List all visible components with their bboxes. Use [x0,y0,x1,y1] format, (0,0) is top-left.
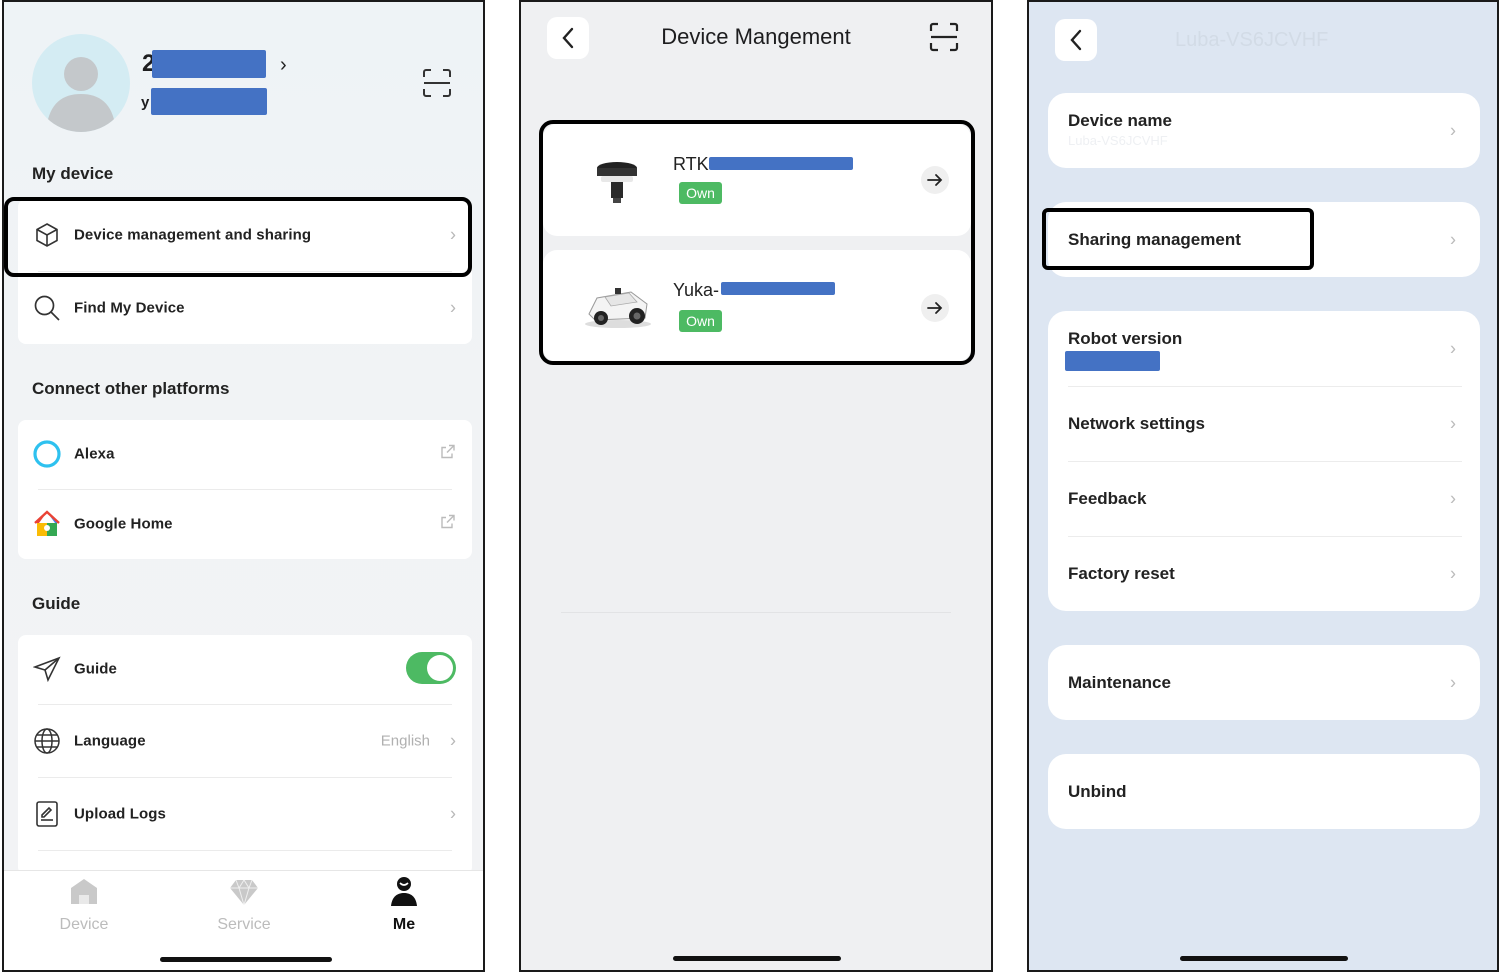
redacted-user-id [151,88,267,115]
menu-label: Upload Logs [74,805,166,823]
unbind-label: Unbind [1068,781,1127,801]
highlight-device-management [4,197,472,277]
me-screen: 2 › y My device Device management and sh… [2,0,485,972]
row-device-name[interactable]: Device name Luba-VS6JCVHF › [1048,93,1480,168]
chevron-right-icon: › [450,297,456,318]
toggle-knob [427,655,453,681]
device-settings-screen: Luba-VS6JCVHF Device name Luba-VS6JCVHF … [1027,0,1499,972]
globe-icon [32,726,62,756]
chevron-right-icon: › [1450,488,1456,508]
row-label: Network settings [1068,413,1205,433]
device-name-value: Luba-VS6JCVHF [1068,133,1168,148]
section-connect-platforms: Connect other platforms [32,379,230,398]
device-management-screen: Device Mangement RTK Own Yuka- Own [519,0,993,972]
home-indicator [673,956,841,961]
platform-label: Google Home [74,515,173,533]
chevron-right-icon: › [1450,229,1456,249]
tab-label: Device [59,916,109,933]
tab-label: Service [217,916,271,933]
chevron-right-icon: › [1450,672,1456,692]
card-device-info: Robot version › Network settings › Feedb… [1048,311,1480,611]
tab-label: Me [392,916,416,933]
menu-label: Find My Device [74,299,185,317]
card-unbind: Unbind [1048,754,1480,829]
platform-alexa[interactable]: Alexa [18,420,472,488]
diamond-icon [230,879,258,907]
page-title: Device Mangement [661,24,851,49]
maintenance-label: Maintenance [1068,672,1171,692]
home-indicator [160,957,332,962]
platforms-card: Alexa Google Home [18,420,472,559]
user-subtitle: y [141,94,150,111]
back-button[interactable] [1055,19,1097,61]
menu-upload-logs[interactable]: Upload Logs › [18,778,472,850]
avatar[interactable] [32,34,130,132]
home-icon [71,879,97,904]
menu-language[interactable]: Language English › [18,705,472,777]
guide-card: Guide Language English › Upload Logs › [18,635,472,875]
search-icon [32,293,62,323]
document-icon [32,799,62,829]
google-home-icon [32,509,62,539]
redacted-username [152,50,266,78]
row-label: Feedback [1068,488,1147,508]
language-value: English [380,732,430,750]
highlight-device-list [539,120,975,365]
section-my-device: My device [32,164,114,183]
menu-find-my-device[interactable]: Find My Device › [18,272,472,344]
home-indicator [1180,956,1348,961]
device-name-label: Device name [1068,111,1172,130]
platform-label: Alexa [74,445,115,463]
tab-bar: Device Service Me [4,870,483,970]
row-factory-reset[interactable]: Factory reset › [1048,536,1480,611]
menu-label: Guide [74,660,118,678]
highlight-sharing-management [1042,208,1314,270]
chevron-right-icon: › [1450,120,1456,140]
chevron-right-icon: › [450,803,456,824]
scan-icon[interactable] [929,22,959,52]
row-unbind[interactable]: Unbind [1048,754,1480,829]
person-icon [391,877,417,906]
alexa-icon [32,439,62,469]
redacted-version [1065,351,1160,371]
row-feedback[interactable]: Feedback › [1048,461,1480,536]
row-label: Factory reset [1068,563,1175,583]
tab-me[interactable]: Me [354,875,454,934]
chevron-left-icon [1070,29,1082,51]
row-maintenance[interactable]: Maintenance › [1048,645,1480,720]
row-robot-version[interactable]: Robot version › [1048,311,1480,386]
tab-service[interactable]: Service [194,877,294,934]
divider [38,850,452,851]
tab-device[interactable]: Device [34,877,134,934]
external-link-icon [440,514,456,535]
profile-chevron-icon[interactable]: › [280,54,287,77]
menu-guide: Guide [18,635,472,703]
chevron-right-icon: › [1450,413,1456,433]
chevron-right-icon: › [450,730,456,751]
card-maintenance: Maintenance › [1048,645,1480,720]
guide-toggle[interactable] [406,652,456,684]
external-link-icon [440,444,456,465]
page-title: Luba-VS6JCVHF [1175,29,1329,51]
chevron-right-icon: › [1450,338,1456,358]
paper-plane-icon [32,654,62,684]
row-label: Robot version [1068,329,1183,348]
menu-label: Language [74,732,146,750]
divider [561,612,951,613]
scan-icon[interactable] [422,68,452,98]
card-device-name: Device name Luba-VS6JCVHF › [1048,93,1480,168]
platform-google-home[interactable]: Google Home [18,490,472,558]
row-network-settings[interactable]: Network settings › [1048,386,1480,461]
section-guide: Guide [32,594,81,613]
chevron-right-icon: › [1450,563,1456,583]
